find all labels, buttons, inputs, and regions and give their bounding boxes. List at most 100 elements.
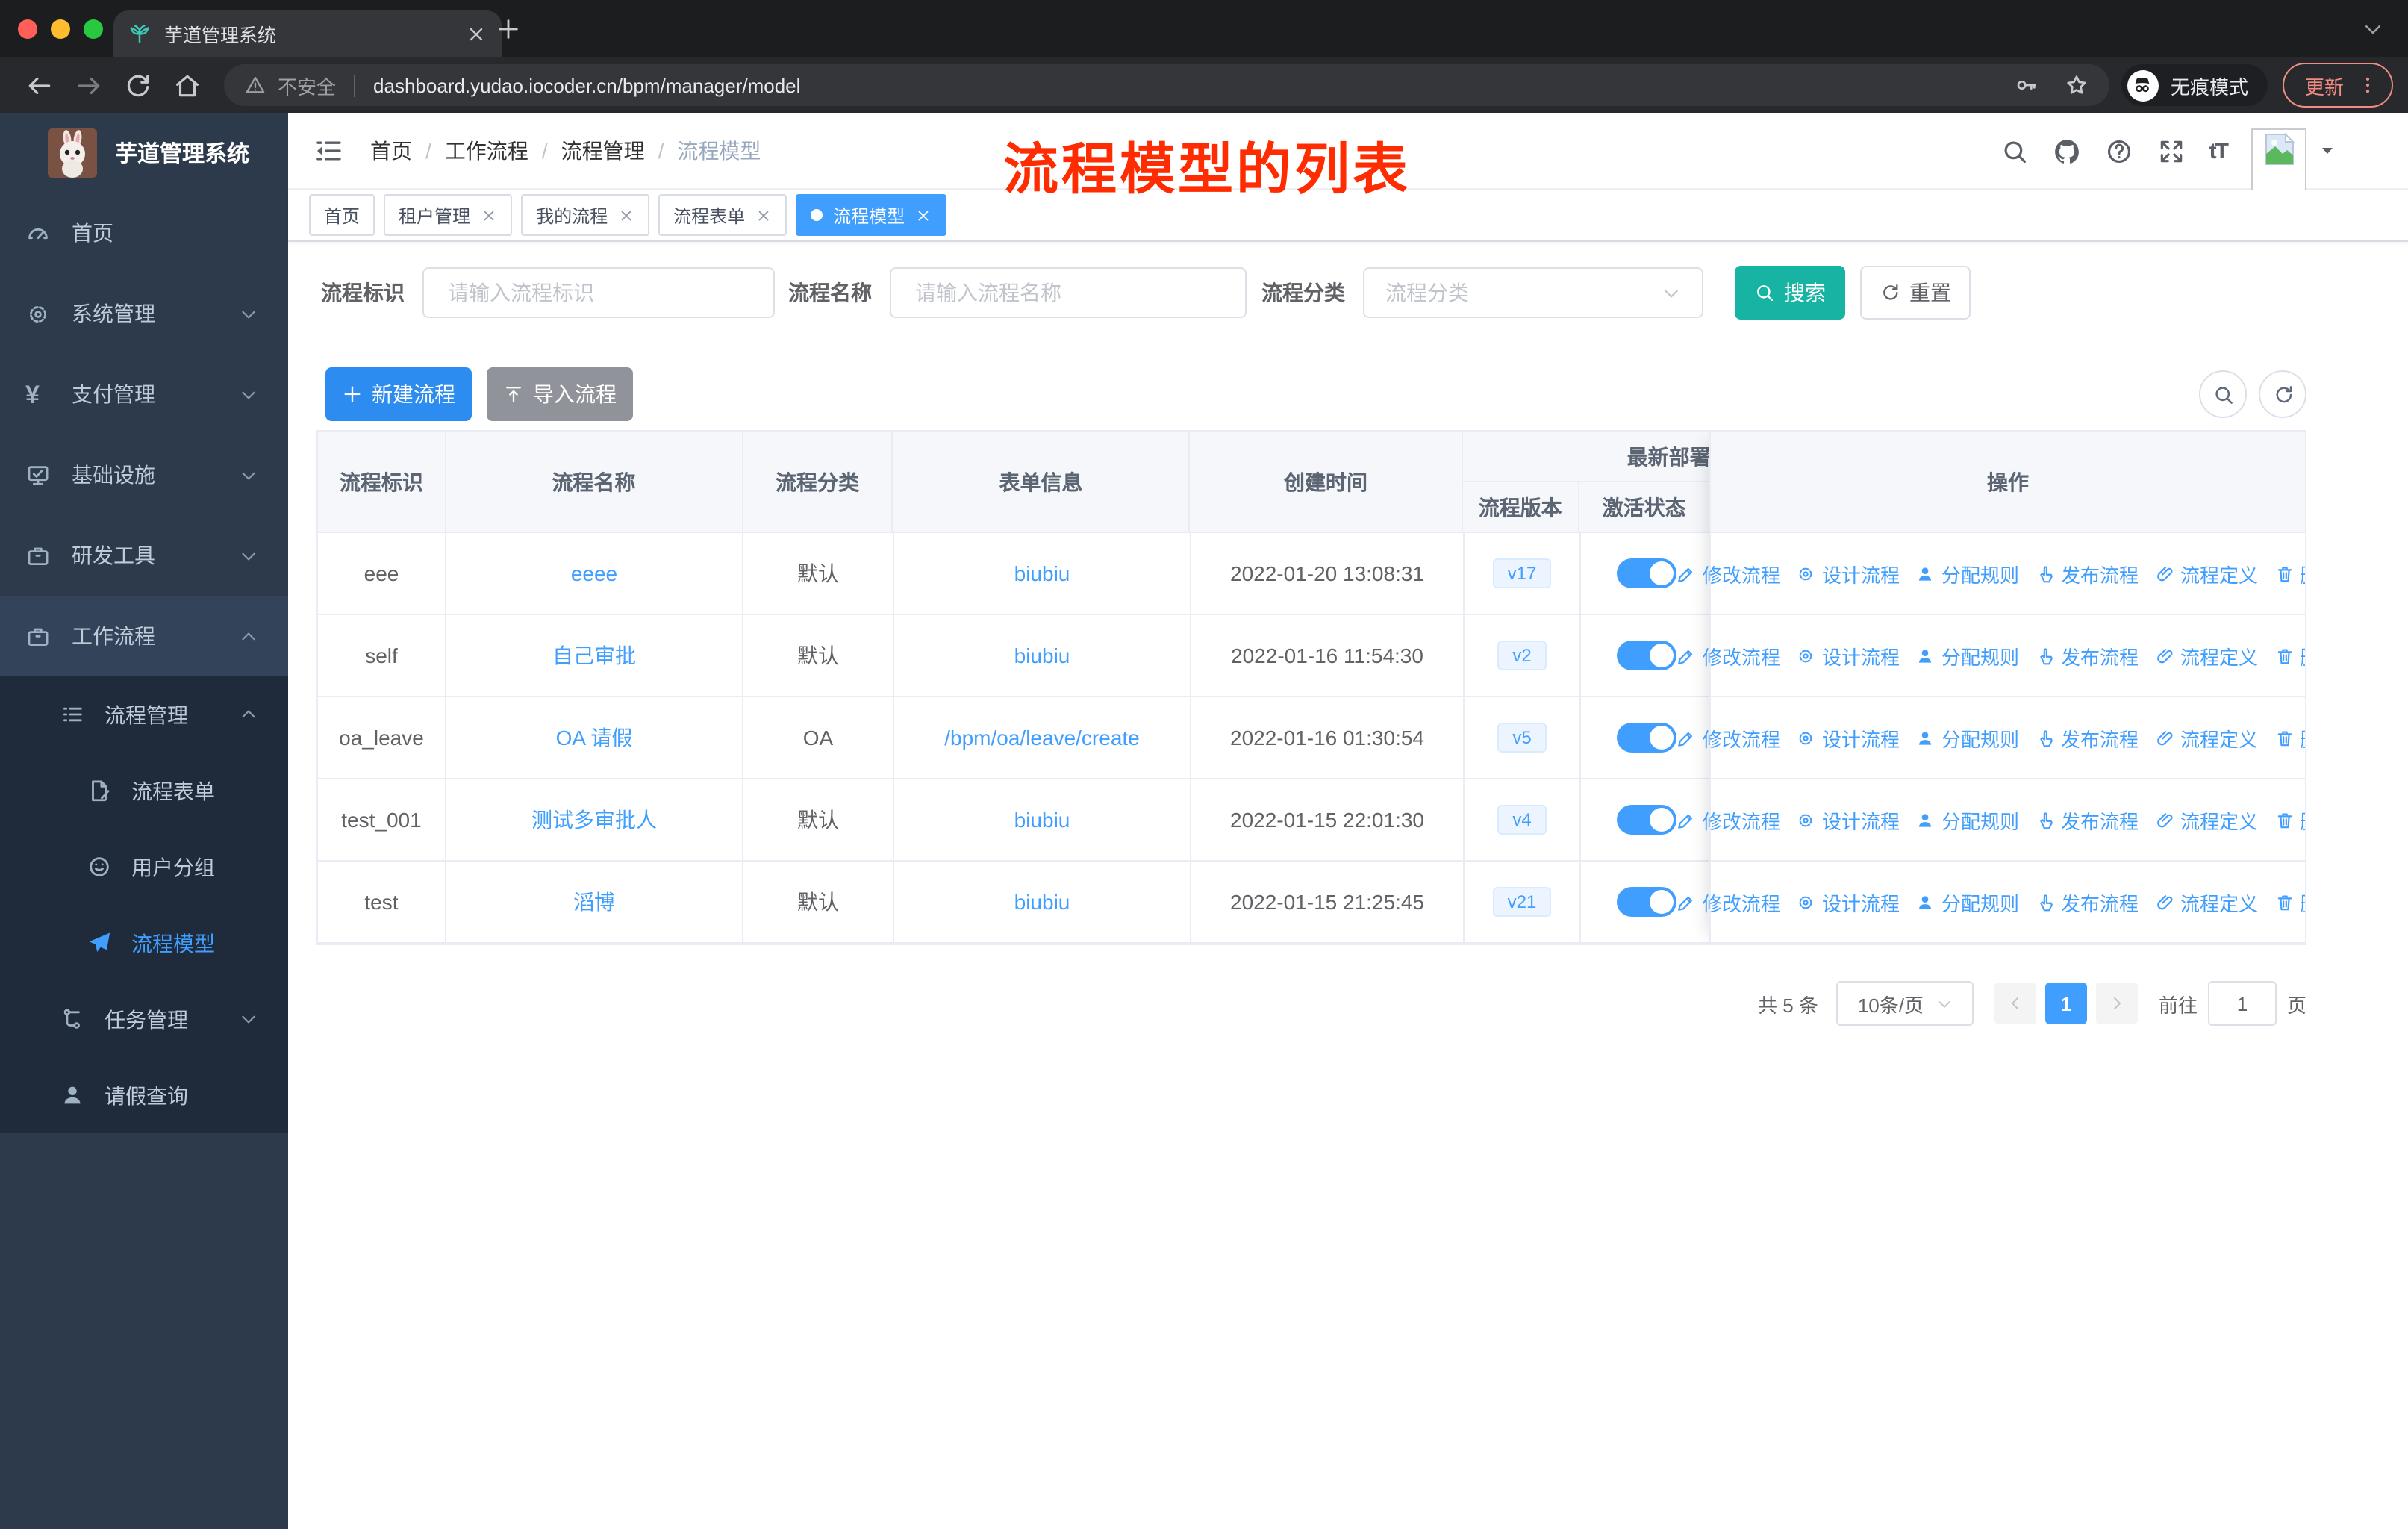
process-definition-link[interactable]: 流程定义 — [2155, 641, 2258, 670]
publish-process-link[interactable]: 发布流程 — [2036, 723, 2139, 752]
cell-form-link[interactable]: biubiu — [1014, 561, 1070, 585]
cell-name-link[interactable]: eeee — [571, 561, 617, 585]
process-category-select[interactable]: 流程分类 — [1363, 267, 1703, 318]
process-definition-link[interactable]: 流程定义 — [2155, 888, 2258, 916]
cell-form-link[interactable]: biubiu — [1014, 644, 1070, 667]
cell-name-link[interactable]: 自己审批 — [552, 641, 636, 670]
process-definition-link[interactable]: 流程定义 — [2155, 806, 2258, 834]
bookmark-star-icon[interactable] — [2065, 73, 2089, 97]
tag-close-icon[interactable] — [481, 207, 497, 223]
active-toggle[interactable] — [1616, 723, 1676, 753]
design-process-link[interactable]: 设计流程 — [1797, 888, 1900, 916]
search-icon[interactable] — [2000, 137, 2029, 165]
tag-close-icon[interactable] — [618, 207, 634, 223]
cell-form-link[interactable]: /bpm/oa/leave/create — [944, 726, 1140, 750]
address-bar[interactable]: 不安全 dashboard.yudao.iocoder.cn/bpm/manag… — [224, 64, 2109, 106]
modify-process-link[interactable]: 修改流程 — [1677, 888, 1780, 916]
sidebar-item-home[interactable]: 首页 — [0, 193, 288, 273]
sidebar-item-process-mgmt[interactable]: 流程管理 — [0, 676, 288, 753]
publish-process-link[interactable]: 发布流程 — [2036, 888, 2139, 916]
sidebar-item-infra[interactable]: 基础设施 — [0, 435, 288, 515]
delete-link[interactable]: 删除 — [2274, 559, 2305, 588]
publish-process-link[interactable]: 发布流程 — [2036, 641, 2139, 670]
active-toggle[interactable] — [1616, 887, 1676, 917]
browser-menu-icon[interactable] — [2357, 75, 2378, 96]
modify-process-link[interactable]: 修改流程 — [1677, 723, 1780, 752]
breadcrumb-item[interactable]: 工作流程 — [445, 136, 528, 166]
sidebar-item-process-form[interactable]: 流程表单 — [0, 753, 288, 829]
window-close-button[interactable] — [18, 19, 37, 39]
design-process-link[interactable]: 设计流程 — [1797, 723, 1900, 752]
breadcrumb-item[interactable]: 流程管理 — [561, 136, 645, 166]
modify-process-link[interactable]: 修改流程 — [1677, 806, 1780, 834]
cell-form-link[interactable]: biubiu — [1014, 808, 1070, 832]
fullscreen-icon[interactable] — [2157, 137, 2186, 165]
prev-page-button[interactable] — [1994, 983, 2036, 1024]
cell-name-link[interactable]: 测试多审批人 — [531, 805, 657, 835]
active-toggle[interactable] — [1616, 558, 1676, 588]
tab-close-icon[interactable] — [466, 23, 487, 44]
reload-button[interactable] — [124, 71, 152, 99]
design-process-link[interactable]: 设计流程 — [1797, 641, 1900, 670]
sidebar-item-task-mgmt[interactable]: 任务管理 — [0, 981, 288, 1057]
tag-process-form[interactable]: 流程表单 — [658, 194, 787, 236]
cell-name-link[interactable]: OA 请假 — [556, 723, 633, 753]
delete-link[interactable]: 删除 — [2274, 723, 2305, 752]
process-definition-link[interactable]: 流程定义 — [2155, 559, 2258, 588]
process-definition-link[interactable]: 流程定义 — [2155, 723, 2258, 752]
tag-close-icon[interactable] — [755, 207, 772, 223]
sidebar-item-workflow[interactable]: 工作流程 — [0, 596, 288, 676]
assign-rule-link[interactable]: 分配规则 — [1916, 806, 2019, 834]
browser-tab[interactable]: 芋道管理系统 — [113, 10, 502, 57]
password-key-icon[interactable] — [2014, 73, 2038, 97]
tag-home[interactable]: 首页 — [309, 194, 375, 236]
next-page-button[interactable] — [2095, 983, 2138, 1024]
new-tab-button[interactable] — [496, 16, 521, 42]
assign-rule-link[interactable]: 分配规则 — [1916, 723, 2019, 752]
window-minimize-button[interactable] — [51, 19, 70, 39]
create-process-button[interactable]: 新建流程 — [325, 367, 472, 421]
home-button[interactable] — [173, 71, 202, 99]
active-toggle[interactable] — [1616, 805, 1676, 835]
assign-rule-link[interactable]: 分配规则 — [1916, 559, 2019, 588]
current-page-button[interactable]: 1 — [2044, 983, 2087, 1024]
assign-rule-link[interactable]: 分配规则 — [1916, 888, 2019, 916]
help-icon[interactable] — [2105, 137, 2133, 165]
design-process-link[interactable]: 设计流程 — [1797, 806, 1900, 834]
page-size-select[interactable]: 10条/页 — [1835, 981, 1974, 1026]
tag-process-model[interactable]: 流程模型 — [796, 194, 947, 236]
tag-close-icon[interactable] — [915, 207, 932, 223]
process-key-input[interactable] — [445, 279, 752, 306]
assign-rule-link[interactable]: 分配规则 — [1916, 641, 2019, 670]
forward-button[interactable] — [75, 71, 103, 99]
back-button[interactable] — [25, 71, 54, 99]
tab-overflow-icon[interactable] — [2362, 18, 2384, 40]
import-process-button[interactable]: 导入流程 — [487, 367, 633, 421]
tag-my-process[interactable]: 我的流程 — [521, 194, 650, 236]
delete-link[interactable]: 删除 — [2274, 888, 2305, 916]
goto-page-input[interactable] — [2207, 981, 2277, 1026]
sidebar-item-devtools[interactable]: 研发工具 — [0, 515, 288, 596]
sidebar-collapse-icon[interactable] — [314, 136, 343, 166]
security-warning-icon[interactable] — [245, 75, 266, 96]
font-size-icon[interactable]: tT — [2209, 138, 2229, 164]
publish-process-link[interactable]: 发布流程 — [2036, 559, 2139, 588]
sidebar-logo[interactable]: 芋道管理系统 — [0, 113, 288, 193]
sidebar-item-system[interactable]: 系统管理 — [0, 273, 288, 354]
modify-process-link[interactable]: 修改流程 — [1677, 641, 1780, 670]
reset-button[interactable]: 重置 — [1860, 266, 1971, 320]
modify-process-link[interactable]: 修改流程 — [1677, 559, 1780, 588]
search-button[interactable]: 搜索 — [1735, 266, 1845, 320]
sidebar-item-user-group[interactable]: 用户分组 — [0, 829, 288, 905]
cell-form-link[interactable]: biubiu — [1014, 890, 1070, 914]
cell-name-link[interactable]: 滔博 — [573, 887, 615, 917]
breadcrumb-item[interactable]: 首页 — [370, 136, 412, 166]
sidebar-item-payment[interactable]: ¥ 支付管理 — [0, 354, 288, 435]
show-search-button[interactable] — [2199, 370, 2247, 418]
publish-process-link[interactable]: 发布流程 — [2036, 806, 2139, 834]
tag-tenant[interactable]: 租户管理 — [384, 194, 513, 236]
avatar-caret-icon[interactable] — [2318, 142, 2336, 160]
process-name-input[interactable] — [912, 279, 1224, 306]
sidebar-item-process-model[interactable]: 流程模型 — [0, 905, 288, 981]
browser-update-button[interactable]: 更新 — [2282, 63, 2393, 108]
